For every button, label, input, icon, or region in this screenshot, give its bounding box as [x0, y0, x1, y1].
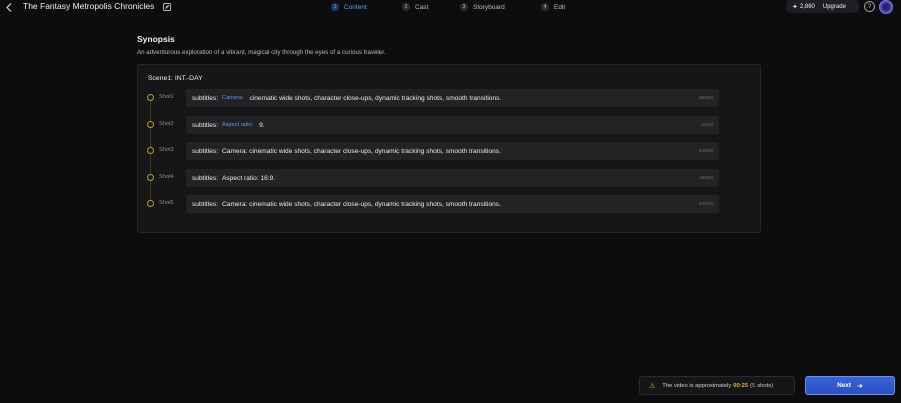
- duration-shots-count: 5: [752, 382, 756, 389]
- shot-label: Shot4: [159, 174, 174, 180]
- shot-label: Shot5: [159, 200, 174, 206]
- char-counter: 94/200: [698, 201, 713, 206]
- subtitle-text: Aspect ratio: 16:9.: [222, 174, 276, 182]
- shot-row: Shot5 subtitles: Camera: cinematic wide …: [146, 195, 721, 213]
- synopsis-text: An adventurous exploration of a vibrant,…: [137, 49, 386, 56]
- upgrade-button[interactable]: Upgrade: [823, 4, 846, 10]
- credits-count: 2,860: [799, 3, 815, 10]
- step-label: Edit: [554, 3, 566, 11]
- step-number: 2: [402, 3, 410, 11]
- step-label: Cast: [415, 3, 429, 11]
- subtitle-text: 9.: [259, 121, 265, 129]
- shot-row: Shot1 subtitles: Camera: cinematic wide …: [146, 89, 721, 107]
- subtitle-text: cinematic wide shots, character close-up…: [249, 94, 502, 102]
- chevron-left-icon: [6, 2, 12, 12]
- char-counter: 2/200: [701, 122, 714, 127]
- scene-panel: Scene1: INT.-DAY Shot1 subtitles: Camera…: [137, 64, 761, 233]
- shot-subtitle-input[interactable]: subtitles: Camera: cinematic wide shots,…: [186, 142, 719, 160]
- step-edit[interactable]: 4 Edit: [541, 3, 565, 11]
- sparkle-icon: ✦: [792, 3, 798, 11]
- char-counter: 94/200: [698, 148, 713, 153]
- subtitle-text: Camera: cinematic wide shots, character …: [222, 200, 501, 208]
- subtitle-tag: Aspect ratio:: [222, 122, 254, 128]
- duration-time: 00:25: [733, 382, 749, 389]
- subtitle-prefix: subtitles:: [192, 200, 219, 208]
- shot-row: Shot4 subtitles: Aspect ratio: 16:9. 18/…: [146, 169, 721, 187]
- arrow-right-icon: ➜: [856, 382, 863, 390]
- synopsis-title: Synopsis: [137, 34, 175, 44]
- credits-upgrade-panel: ✦ 2,860 Upgrade: [786, 0, 859, 13]
- step-label: Storyboard: [473, 3, 505, 11]
- edit-title-button[interactable]: [162, 2, 172, 12]
- shot-subtitle-input[interactable]: subtitles: Aspect ratio: 16:9. 18/200: [186, 169, 719, 187]
- warning-icon: ⚠: [649, 382, 656, 390]
- shot-dot-icon: [147, 200, 154, 207]
- scene-title: Scene1: INT.-DAY: [148, 75, 203, 82]
- duration-prefix: The video is approximately: [662, 382, 732, 389]
- step-label: Content: [344, 3, 367, 11]
- step-cast[interactable]: 2 Cast: [402, 3, 428, 11]
- top-bar: The Fantasy Metropolis Chronicles 1 Cont…: [0, 0, 901, 14]
- step-number: 4: [541, 3, 549, 11]
- avatar[interactable]: [879, 0, 893, 14]
- duration-estimate: ⚠ The video is approximately 00:25 (5 sh…: [639, 376, 795, 395]
- step-storyboard[interactable]: 3 Storyboard: [460, 3, 505, 11]
- shot-subtitle-input[interactable]: subtitles: Aspect ratio: 9. 2/200: [186, 116, 719, 134]
- subtitle-prefix: subtitles:: [192, 174, 219, 182]
- next-button[interactable]: Next ➜: [805, 376, 895, 395]
- subtitle-text: Camera: cinematic wide shots, character …: [222, 147, 501, 155]
- step-number: 3: [460, 3, 468, 11]
- help-button[interactable]: ?: [864, 1, 875, 12]
- subtitle-tag: Camera:: [222, 95, 244, 101]
- char-counter: 96/200: [698, 95, 713, 100]
- question-icon: ?: [867, 3, 872, 10]
- char-counter: 18/200: [698, 175, 713, 180]
- shot-dot-icon: [147, 94, 154, 101]
- shot-dot-icon: [147, 147, 154, 154]
- shot-row: Shot3 subtitles: Camera: cinematic wide …: [146, 142, 721, 160]
- shot-subtitle-input[interactable]: subtitles: Camera: cinematic wide shots,…: [186, 89, 719, 107]
- shot-dot-icon: [147, 121, 154, 128]
- shot-row: Shot2 subtitles: Aspect ratio: 9. 2/200: [146, 116, 721, 134]
- shot-label: Shot3: [159, 147, 174, 153]
- next-label: Next: [837, 382, 851, 389]
- duration-shots-close: shots): [757, 382, 774, 389]
- subtitle-prefix: subtitles:: [192, 94, 219, 102]
- shot-label: Shot1: [159, 94, 174, 100]
- shot-dot-icon: [147, 174, 154, 181]
- edit-icon: [163, 3, 171, 11]
- step-content[interactable]: 1 Content: [331, 3, 367, 11]
- subtitle-prefix: subtitles:: [192, 147, 219, 155]
- shot-subtitle-input[interactable]: subtitles: Camera: cinematic wide shots,…: [186, 195, 719, 213]
- step-number: 1: [331, 3, 339, 11]
- shot-label: Shot2: [159, 121, 174, 127]
- back-button[interactable]: [4, 1, 14, 13]
- subtitle-prefix: subtitles:: [192, 121, 219, 129]
- project-title: The Fantasy Metropolis Chronicles: [23, 1, 155, 11]
